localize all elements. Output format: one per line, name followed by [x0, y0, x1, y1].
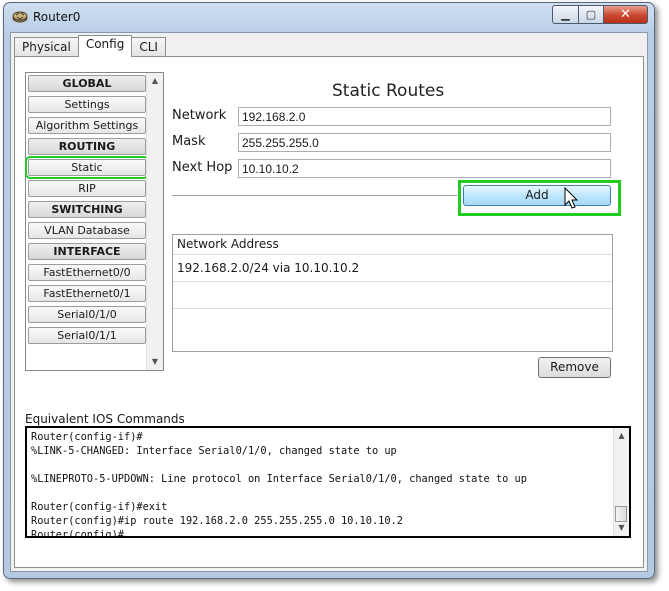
router-app-icon [12, 11, 28, 23]
minimize-icon: ▁ [561, 8, 570, 21]
mouse-cursor-icon [564, 187, 579, 209]
tab-physical[interactable]: Physical [14, 37, 79, 57]
mask-label: Mask [172, 134, 206, 149]
nav-item-static[interactable]: Static [25, 156, 149, 179]
nav-item-rip[interactable]: RIP [28, 180, 146, 197]
scroll-down-icon[interactable]: ▼ [614, 520, 629, 536]
nav-scrollbar[interactable]: ▲ ▼ [146, 73, 163, 370]
close-button[interactable]: ✕ [604, 5, 648, 24]
config-panel: GLOBAL Settings Algorithm Settings ROUTING S… [14, 56, 644, 568]
nav-item-settings[interactable]: Settings [28, 96, 146, 113]
title-bar[interactable]: Router0 ▁ ▢ ✕ [4, 3, 654, 31]
nav-section-routing: ROUTING [28, 138, 146, 155]
window-title: Router0 [33, 10, 81, 24]
client-area: Physical Config CLI GLOBAL Settings Algori… [10, 32, 648, 572]
ios-line: %LINEPROTO-5-UPDOWN: Line protocol on In… [31, 473, 527, 485]
table-row-empty [173, 282, 612, 309]
tab-cli[interactable]: CLI [131, 37, 166, 57]
nav-item-fastethernet0-1[interactable]: FastEthernet0/1 [28, 285, 146, 302]
nav-section-global: GLOBAL [28, 75, 146, 92]
nav-section-switching: SWITCHING [28, 201, 146, 218]
ios-commands-text: Router(config-if)# %LINK-5-CHANGED: Inter… [31, 430, 611, 538]
remove-button[interactable]: Remove [538, 357, 611, 378]
nav-section-interface: INTERFACE [28, 243, 146, 260]
network-label: Network [172, 108, 227, 123]
next-hop-field[interactable]: 10.10.10.2 [238, 159, 611, 178]
scroll-up-icon[interactable]: ▲ [614, 428, 629, 444]
network-field[interactable]: 192.168.2.0 [238, 107, 611, 126]
console-scrollbar[interactable]: ▲ ▼ [613, 428, 629, 536]
ios-commands-console[interactable]: Router(config-if)# %LINK-5-CHANGED: Inter… [25, 426, 631, 538]
config-nav-list: GLOBAL Settings Algorithm Settings ROUTING S… [25, 72, 164, 371]
nav-item-fastethernet0-0[interactable]: FastEthernet0/0 [28, 264, 146, 281]
nav-item-serial0-1-0[interactable]: Serial0/1/0 [28, 306, 146, 323]
minimize-button[interactable]: ▁ [552, 5, 579, 24]
nav-item-vlan-database[interactable]: VLAN Database [28, 222, 146, 239]
tab-config[interactable]: Config [77, 35, 133, 57]
table-header: Network Address [173, 235, 612, 255]
nav-item-serial0-1-1[interactable]: Serial0/1/1 [28, 327, 146, 344]
ios-line [31, 458, 611, 472]
page-title: Static Routes [332, 81, 445, 101]
maximize-button[interactable]: ▢ [579, 5, 604, 24]
mask-field[interactable]: 255.255.255.0 [238, 133, 611, 152]
ios-line: Router(config-if)#exit [31, 501, 168, 513]
router-window: Router0 ▁ ▢ ✕ Physical Config CLI GLOBAL… [3, 2, 655, 579]
routes-table: Network Address 192.168.2.0/24 via 10.10… [172, 234, 613, 352]
scroll-up-icon[interactable]: ▲ [147, 73, 163, 89]
nav-item-algorithm-settings[interactable]: Algorithm Settings [28, 117, 146, 134]
divider [172, 195, 457, 196]
maximize-icon: ▢ [585, 8, 597, 21]
add-button[interactable]: Add [463, 185, 611, 206]
ios-line: %LINK-5-CHANGED: Interface Serial0/1/0, … [31, 445, 397, 457]
tab-bar: Physical Config CLI [14, 35, 166, 57]
ios-line: Router(config-if)# [31, 431, 143, 443]
close-icon: ✕ [620, 7, 631, 22]
next-hop-label: Next Hop [172, 160, 233, 175]
scroll-down-icon[interactable]: ▼ [147, 354, 163, 370]
ios-line [31, 486, 611, 500]
table-row[interactable]: 192.168.2.0/24 via 10.10.10.2 [173, 255, 612, 282]
ios-line: Router(config)#ip route 192.168.2.0 255.… [31, 515, 403, 527]
ios-line: Router(config)# [31, 529, 124, 538]
ios-commands-label: Equivalent IOS Commands [25, 412, 185, 426]
